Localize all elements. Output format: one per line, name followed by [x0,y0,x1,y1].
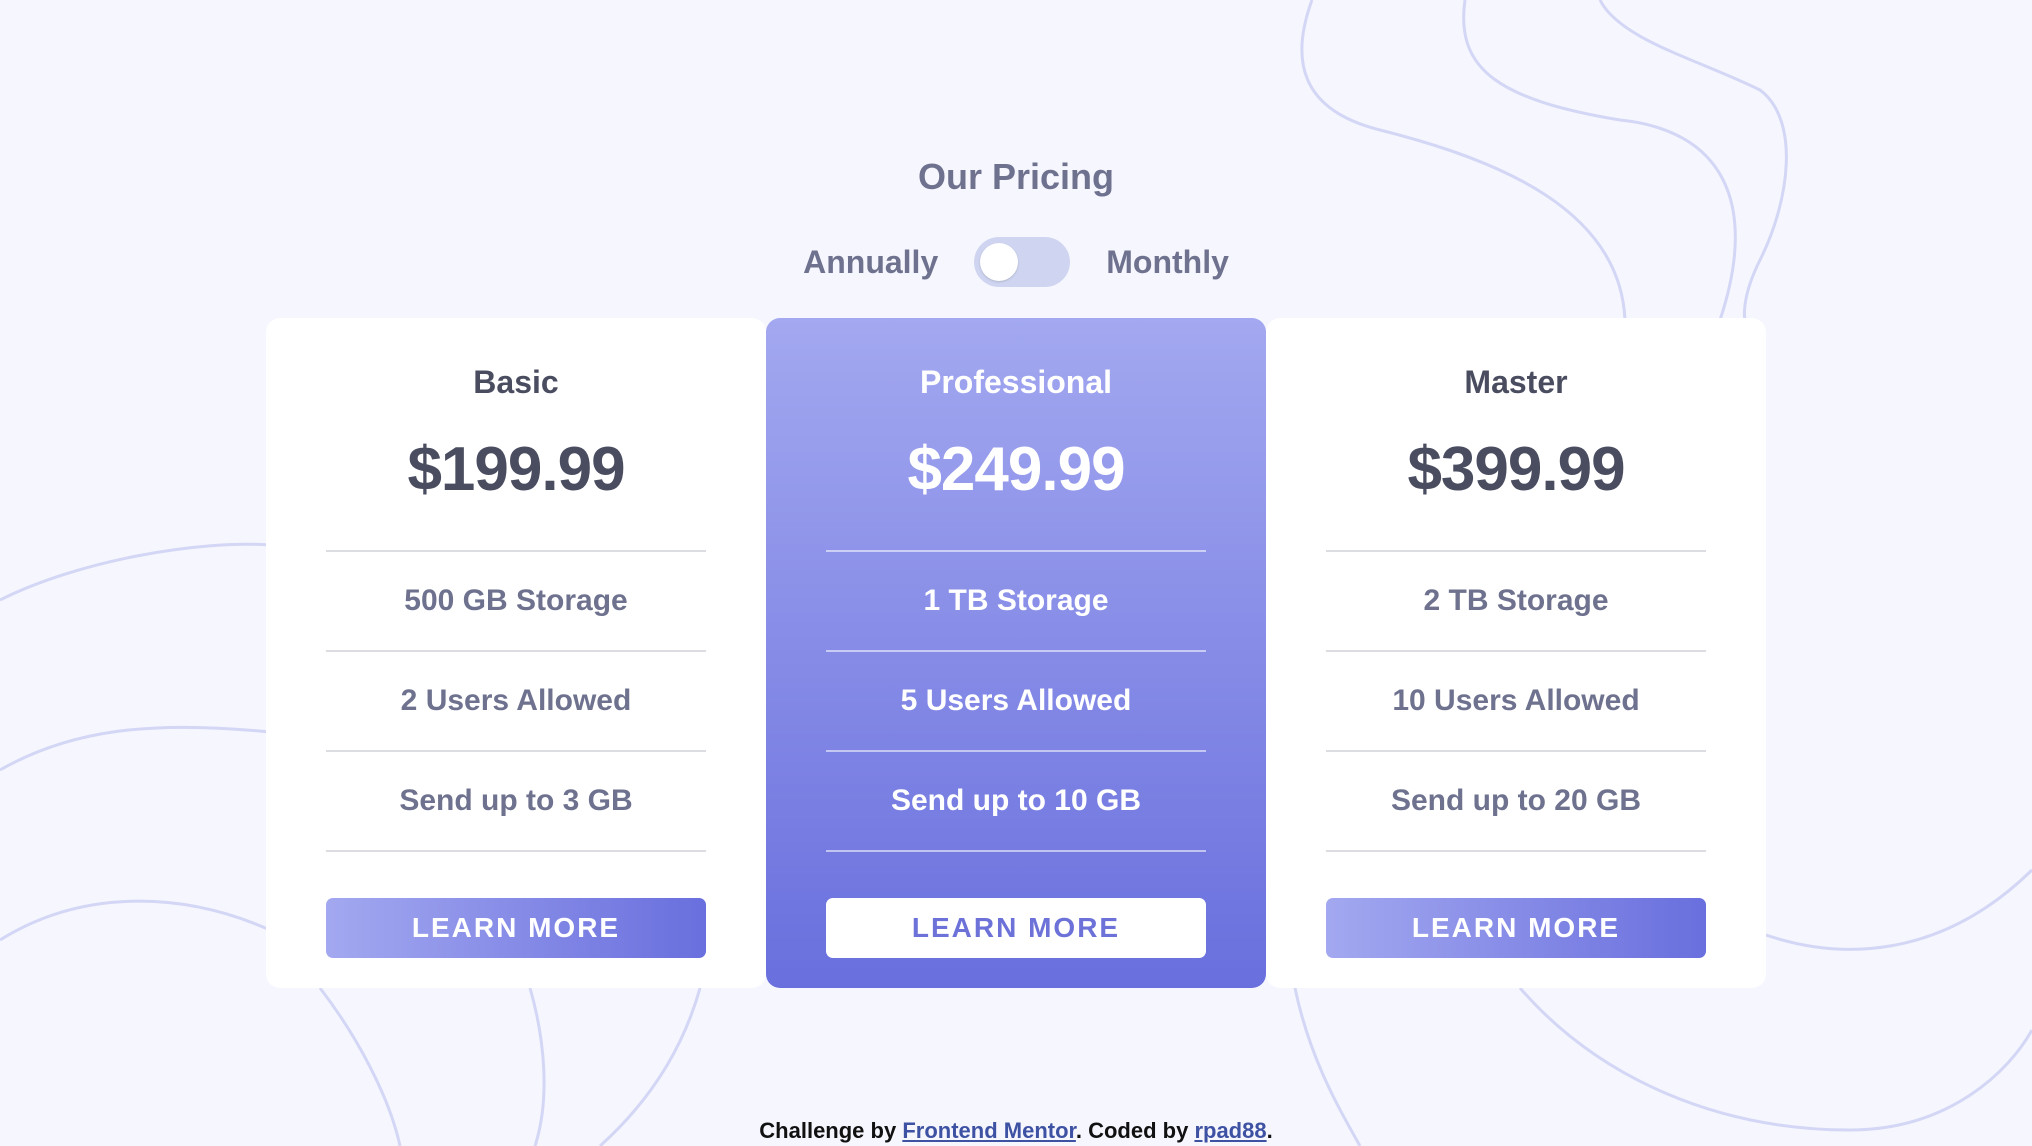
feature-storage: 500 GB Storage [326,552,706,652]
plan-card-basic: Basic $199.99 500 GB Storage 2 Users All… [266,318,766,988]
feature-users: 2 Users Allowed [326,652,706,752]
plan-name: Basic [473,364,559,400]
feature-users: 5 Users Allowed [826,652,1206,752]
attribution-footer: Challenge by Frontend Mentor. Coded by r… [0,1118,2032,1144]
toggle-knob[interactable] [980,243,1019,281]
plan-price: $249.99 [907,435,1125,504]
footer-coded-prefix: . Coded by [1075,1118,1195,1143]
feature-list: 500 GB Storage 2 Users Allowed Send up t… [326,550,706,852]
learn-more-button-master[interactable]: LEARN MORE [1326,898,1706,958]
plan-price: $399.99 [1407,435,1625,504]
learn-more-button-basic[interactable]: LEARN MORE [326,898,706,958]
author-link[interactable]: rpad88 [1194,1118,1266,1143]
feature-users: 10 Users Allowed [1326,652,1706,752]
feature-send-limit: Send up to 3 GB [326,752,706,852]
plan-name: Master [1464,364,1568,400]
plan-card-professional: Professional $249.99 1 TB Storage 5 User… [766,318,1266,988]
billing-toggle-row: Annually Monthly [0,234,2032,290]
feature-send-limit: Send up to 20 GB [1326,752,1706,852]
footer-challenge-prefix: Challenge by [759,1118,903,1143]
toggle-label-monthly[interactable]: Monthly [1106,244,1229,281]
plan-card-master: Master $399.99 2 TB Storage 10 Users All… [1266,318,1766,988]
plan-price: $199.99 [407,435,625,504]
feature-storage: 2 TB Storage [1326,552,1706,652]
footer-suffix: . [1266,1118,1273,1143]
feature-send-limit: Send up to 10 GB [826,752,1206,852]
feature-list: 1 TB Storage 5 Users Allowed Send up to … [826,550,1206,852]
toggle-label-annually[interactable]: Annually [803,244,938,281]
feature-storage: 1 TB Storage [826,552,1206,652]
page-title: Our Pricing [917,156,1115,197]
billing-period-toggle[interactable] [974,237,1071,287]
learn-more-button-professional[interactable]: LEARN MORE [826,898,1206,958]
feature-list: 2 TB Storage 10 Users Allowed Send up to… [1326,550,1706,852]
frontend-mentor-link[interactable]: Frontend Mentor [902,1118,1076,1143]
plan-name: Professional [919,364,1113,400]
